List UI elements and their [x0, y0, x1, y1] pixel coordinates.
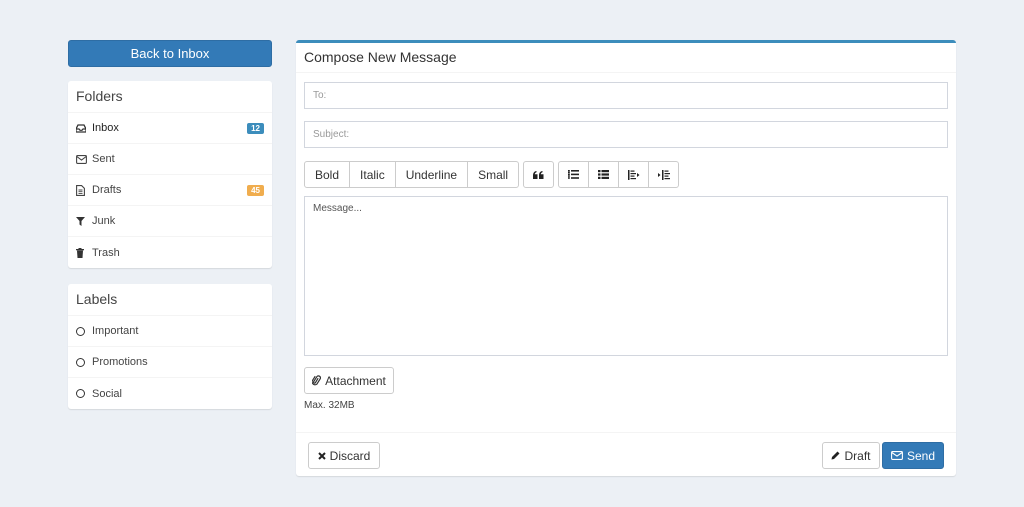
inbox-count-badge: 12 [247, 122, 264, 134]
circle-icon [76, 326, 92, 336]
attachment-hint: Max. 32MB [304, 400, 355, 411]
labels-title: Labels [68, 284, 272, 316]
message-textarea[interactable] [304, 196, 948, 356]
label-item-important[interactable]: Important [68, 316, 272, 347]
editor-toolbar: Bold Italic Underline Small [304, 161, 683, 188]
sidebar-item-drafts[interactable]: Drafts 45 [68, 175, 272, 206]
trash-icon [76, 247, 92, 258]
attachment-button[interactable]: Attachment [304, 367, 394, 394]
list-group [558, 161, 680, 188]
outdent-button[interactable] [618, 161, 650, 188]
draft-button[interactable]: Draft [822, 442, 880, 469]
label-item-label: Social [92, 387, 122, 400]
indent-button[interactable] [648, 161, 680, 188]
sidebar-item-junk[interactable]: Junk [68, 206, 272, 237]
list-ul-icon [568, 170, 580, 179]
folders-box: Folders Inbox 12 Sent Drafts 45 Junk Tra… [68, 81, 272, 268]
list-ol-icon [598, 170, 610, 179]
labels-box: Labels Important Promotions Social [68, 284, 272, 409]
quote-group [523, 161, 555, 188]
outdent-icon [627, 169, 640, 180]
envelope-icon [76, 154, 92, 164]
italic-button[interactable]: Italic [349, 161, 396, 188]
send-button[interactable]: Send [882, 442, 944, 469]
text-style-group: Bold Italic Underline Small [304, 161, 520, 188]
quote-icon [533, 170, 544, 179]
small-button[interactable]: Small [467, 161, 520, 188]
sidebar-item-label: Trash [92, 246, 120, 259]
sidebar-item-label: Inbox [92, 122, 119, 134]
indent-icon [657, 169, 670, 180]
sidebar-item-trash[interactable]: Trash [68, 237, 272, 268]
label-item-social[interactable]: Social [68, 378, 272, 409]
drafts-count-badge: 45 [247, 184, 264, 196]
compose-panel: Compose New Message Bold Italic Underlin… [296, 40, 956, 476]
attachment-label: Attachment [325, 373, 386, 388]
draft-label: Draft [844, 448, 871, 463]
label-item-label: Important [92, 325, 139, 337]
circle-icon [76, 389, 92, 398]
filter-icon [76, 216, 92, 226]
sidebar-item-label: Drafts [92, 184, 122, 196]
sidebar-item-label: Junk [92, 215, 116, 227]
compose-title: Compose New Message [296, 43, 956, 73]
file-icon [76, 184, 92, 196]
circle-icon [76, 357, 92, 367]
sidebar-item-inbox[interactable]: Inbox 12 [68, 113, 272, 144]
sidebar: Back to Inbox Folders Inbox 12 Sent Draf… [68, 40, 272, 409]
quote-button[interactable] [523, 161, 555, 188]
folders-title: Folders [68, 81, 272, 113]
send-label: Send [906, 448, 936, 463]
numbered-list-button[interactable] [588, 161, 620, 188]
bold-button[interactable]: Bold [304, 161, 351, 188]
bullet-list-button[interactable] [558, 161, 590, 188]
envelope-icon [891, 451, 903, 460]
label-item-label: Promotions [92, 356, 148, 368]
discard-label: Discard [329, 448, 371, 463]
back-to-inbox-button[interactable]: Back to Inbox [68, 40, 272, 67]
underline-button[interactable]: Underline [394, 161, 469, 188]
close-icon [317, 451, 326, 460]
paperclip-icon [312, 375, 322, 386]
footer-divider [296, 432, 956, 433]
to-input[interactable] [304, 82, 948, 109]
discard-button[interactable]: Discard [308, 442, 380, 469]
inbox-icon [76, 123, 92, 133]
label-item-promotions[interactable]: Promotions [68, 347, 272, 378]
sidebar-item-label: Sent [92, 153, 115, 165]
subject-input[interactable] [304, 121, 948, 148]
pencil-icon [831, 451, 840, 460]
sidebar-item-sent[interactable]: Sent [68, 144, 272, 175]
